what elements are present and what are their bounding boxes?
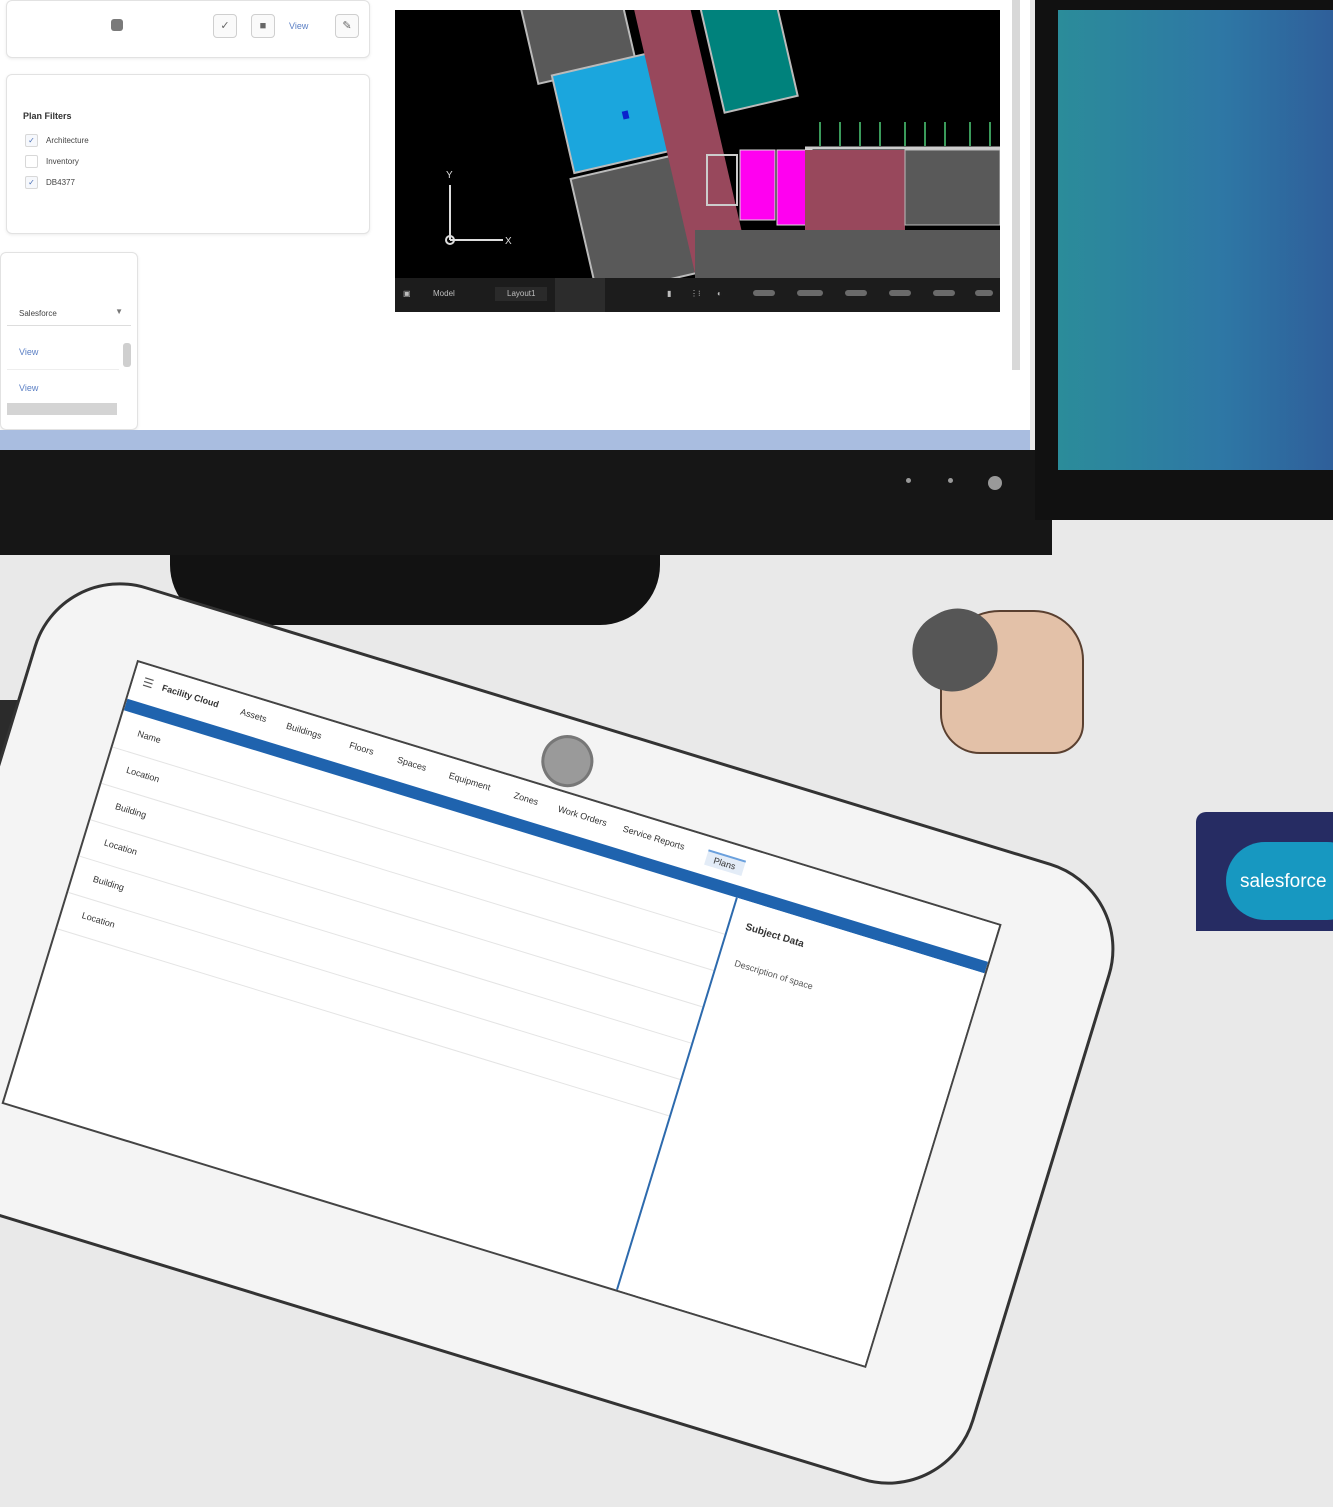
left-monitor-screen: ✓ ■ View ✎ Plan Filters ✓ Architecture In… [0, 0, 1030, 450]
select-value: Salesforce [19, 309, 57, 318]
filter-title: Plan Filters [23, 111, 72, 121]
axis-y-label: Y [446, 170, 453, 181]
tab-layout[interactable]: Layout1 [495, 287, 548, 301]
nav-item[interactable]: Work Orders [557, 804, 609, 828]
axis-x-label: X [505, 236, 512, 247]
toolbar-toggle[interactable] [889, 290, 911, 296]
floorplan-drawing[interactable]: Y X [395, 10, 1000, 298]
select-dropdown[interactable]: Salesforce ▼ [7, 301, 131, 326]
viewport-icon[interactable]: ▣ [403, 287, 411, 301]
toolbar-card: ✓ ■ View ✎ [6, 0, 370, 58]
pencil-icon[interactable]: ✎ [335, 14, 359, 38]
check-button[interactable]: ✓ [213, 14, 237, 38]
monitor-stand [170, 555, 660, 625]
tablet-screen: ☰ Facility Cloud Assets Buildings Floors… [1, 659, 1002, 1368]
power-button-icon[interactable] [988, 476, 1002, 490]
filter-item-db4377[interactable]: ✓ DB4377 [25, 172, 89, 193]
chevron-down-icon: ▼ [115, 307, 123, 316]
panel-title: Subject Data [744, 921, 806, 950]
filter-item-architecture[interactable]: ✓ Architecture [25, 130, 89, 151]
room-magenta[interactable] [739, 149, 776, 221]
list-row[interactable]: View [7, 333, 119, 370]
grid-icon[interactable]: ▮ [667, 287, 671, 301]
view-link[interactable]: View [19, 347, 38, 357]
tab-plans[interactable]: Plans [704, 849, 746, 876]
filter-list: ✓ Architecture Inventory ✓ DB4377 [25, 130, 89, 193]
monitor-bezel [0, 450, 1052, 555]
filter-item-inventory[interactable]: Inventory [25, 151, 89, 172]
toolbar-toggle[interactable] [753, 290, 775, 296]
filter-label: Architecture [46, 136, 89, 145]
nav-item[interactable]: Floors [348, 740, 375, 757]
nav-item[interactable]: Service Reports [622, 824, 686, 852]
checkbox-checked-icon[interactable]: ✓ [25, 134, 38, 148]
toolbar-toggle[interactable] [797, 290, 823, 296]
panel-subtitle: Description of space [733, 958, 815, 992]
nav-item[interactable]: Zones [513, 790, 540, 807]
cad-floorplan-viewer[interactable]: Y X ▣ Model Layout1 ▮ ⋮⁝ ◐ [395, 10, 1000, 312]
toolbar-toggle[interactable] [845, 290, 867, 296]
salesforce-logo-text: salesforce [1240, 871, 1327, 892]
scrollbar[interactable] [123, 343, 131, 367]
nav-item[interactable]: Buildings [285, 721, 323, 741]
view-link[interactable]: View [19, 383, 38, 393]
room-grey[interactable] [904, 149, 1000, 226]
tab-model[interactable]: Model [433, 287, 455, 301]
menu-icon[interactable]: ☰ [141, 675, 155, 692]
square-button[interactable]: ■ [251, 14, 275, 38]
right-monitor-screen [1058, 10, 1333, 470]
tab-spacer [555, 278, 605, 312]
checkbox-checked-icon[interactable]: ✓ [25, 176, 38, 190]
layers-icon[interactable] [111, 19, 123, 31]
viewer-toolbar: ▣ Model Layout1 ▮ ⋮⁝ ◐ [395, 278, 1000, 312]
filter-label: DB4377 [46, 178, 75, 187]
bezel-button[interactable] [948, 478, 953, 483]
record-table: Name Location Building Location Building… [1, 710, 736, 1299]
list-row-highlight [7, 403, 117, 415]
bezel-button[interactable] [906, 478, 911, 483]
toolbar-toggle[interactable] [933, 290, 955, 296]
record-list-card: Salesforce ▼ View View [0, 252, 138, 430]
app-title: Facility Cloud [160, 682, 221, 710]
page-scrollbar[interactable] [1012, 0, 1020, 370]
snap-icon[interactable]: ⋮⁝ [690, 287, 701, 301]
room-grey[interactable] [695, 230, 1000, 278]
checkbox-unchecked-icon[interactable] [25, 155, 38, 169]
nav-item[interactable]: Spaces [396, 755, 428, 773]
ortho-icon[interactable]: ◐ [717, 287, 722, 301]
toolbar-toggle[interactable] [975, 290, 993, 296]
plan-filter-card: Plan Filters ✓ Architecture Inventory ✓ DB… [6, 74, 370, 234]
nav-item[interactable]: Assets [239, 707, 268, 724]
view-link[interactable]: View [289, 21, 308, 31]
list-row[interactable]: View [7, 371, 119, 401]
filter-label: Inventory [46, 157, 79, 166]
screen-edge [0, 430, 1030, 450]
nav-item[interactable]: Equipment [448, 770, 492, 792]
